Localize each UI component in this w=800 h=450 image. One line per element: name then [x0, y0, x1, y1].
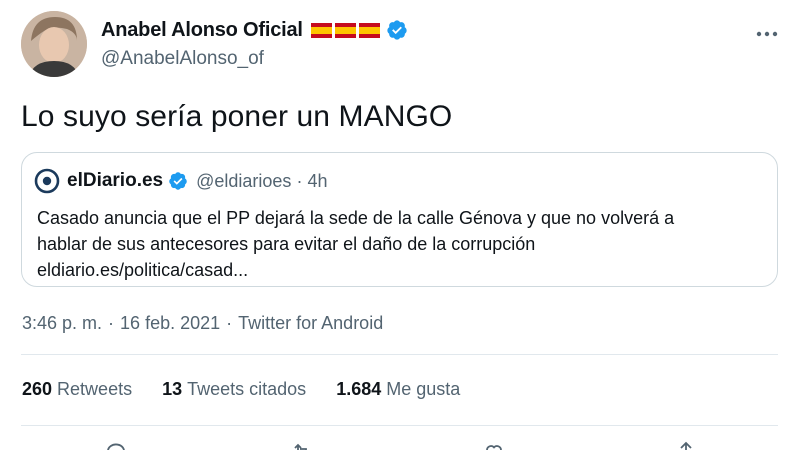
like-button[interactable] — [482, 440, 506, 450]
avatar-image — [21, 11, 87, 77]
tweet-text: Lo suyo sería poner un MANGO — [21, 100, 453, 133]
quoted-tweet-header: elDiario.es @eldiarioes · 4h — [34, 167, 327, 195]
tweet-action-bar — [0, 440, 800, 450]
retweets-label: Retweets — [57, 379, 133, 399]
quoted-text-line: hablar de sus antecesores para evitar el… — [37, 234, 536, 254]
verified-badge-icon — [169, 172, 187, 190]
retweet-button[interactable] — [290, 440, 314, 450]
tweet-stats: 260 Retweets 13 Tweets citados 1.684 Me … — [22, 379, 490, 400]
tweet-detail: Anabel Alonso Oficial @AnabelAlonso_of L… — [0, 0, 800, 450]
retweet-icon — [294, 443, 307, 450]
separator-dot: · — [296, 170, 303, 191]
quoted-tweet-time: 4h — [307, 170, 328, 191]
tweet-date[interactable]: 16 feb. 2021 — [120, 313, 220, 334]
spain-flag-icon — [310, 22, 332, 38]
quoted-text-line: Casado anuncia que el PP dejará la sede … — [37, 208, 675, 228]
retweets-stat[interactable]: 260 Retweets — [22, 379, 132, 400]
tweet-source-link[interactable]: Twitter for Android — [238, 313, 383, 334]
reply-button[interactable] — [104, 440, 128, 450]
quote-tweets-stat[interactable]: 13 Tweets citados — [162, 379, 306, 400]
more-dots-icon — [756, 31, 778, 37]
spain-flag-icon — [334, 22, 356, 38]
separator-dot: · — [226, 313, 233, 333]
flag-group — [310, 22, 380, 38]
quoted-tweet-card[interactable]: elDiario.es @eldiarioes · 4h Casado anun… — [21, 152, 778, 287]
share-button[interactable] — [674, 440, 698, 450]
tweet-meta: 3:46 p. m. · 16 feb. 2021 · Twitter for … — [22, 313, 383, 334]
separator-dot: · — [108, 313, 115, 333]
tweet-time[interactable]: 3:46 p. m. — [22, 313, 102, 334]
share-icon — [680, 441, 692, 450]
divider — [21, 354, 778, 355]
more-options-button[interactable] — [752, 24, 782, 44]
likes-label: Me gusta — [386, 379, 461, 399]
display-name[interactable]: Anabel Alonso Oficial — [101, 19, 303, 42]
verified-badge-icon — [387, 20, 407, 40]
quote-tweets-label: Tweets citados — [187, 379, 307, 399]
quoted-author-handle: @eldiarioes — [196, 170, 292, 191]
retweets-count: 260 — [22, 379, 53, 399]
divider — [21, 425, 778, 426]
spain-flag-icon — [358, 22, 380, 38]
quote-tweets-count: 13 — [162, 379, 183, 399]
author-info: Anabel Alonso Oficial @AnabelAlonso_of — [101, 14, 408, 70]
quoted-tweet-text: Casado anuncia que el PP dejará la sede … — [37, 205, 772, 283]
likes-stat[interactable]: 1.684 Me gusta — [336, 379, 460, 400]
avatar[interactable] — [21, 11, 87, 77]
heart-icon — [486, 445, 502, 450]
reply-icon — [107, 443, 125, 450]
likes-count: 1.684 — [336, 379, 382, 399]
quoted-link: eldiario.es/politica/casad... — [37, 260, 249, 280]
author-handle[interactable]: @AnabelAlonso_of — [101, 48, 408, 70]
quoted-author-name: elDiario.es — [67, 170, 164, 191]
eldiario-logo-icon — [34, 168, 60, 194]
name-row: Anabel Alonso Oficial — [101, 14, 408, 46]
